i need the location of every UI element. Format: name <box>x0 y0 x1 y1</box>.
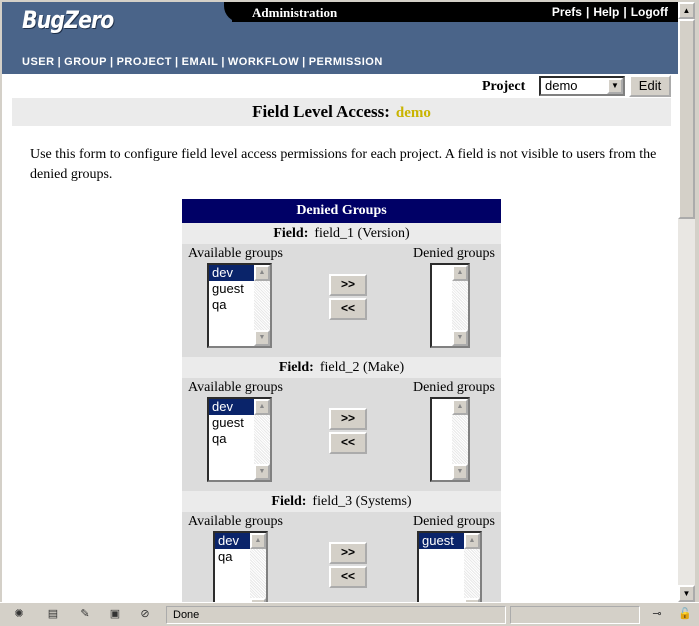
field-permissions: Available groups Denied groups dev guest qa ▲… <box>182 244 501 357</box>
available-groups-label: Available groups <box>188 246 283 261</box>
scroll-down-icon[interactable]: ▼ <box>678 585 695 602</box>
available-groups-listbox[interactable]: devqa▲▼ <box>213 531 268 602</box>
page-title-project: demo <box>395 105 431 121</box>
field-label: Field: <box>273 226 309 241</box>
scroll-down-icon[interactable]: ▼ <box>452 464 468 480</box>
scrollbar-thumb[interactable] <box>678 19 695 219</box>
listbox-scrollbar[interactable]: ▲▼ <box>464 533 480 602</box>
field-label: Field: <box>271 494 307 509</box>
scroll-up-icon[interactable]: ▲ <box>250 533 266 549</box>
project-select[interactable]: demo ▼ <box>539 76 625 96</box>
online-icon: ⊸ <box>652 608 662 620</box>
remove-from-denied-button[interactable]: << <box>329 298 367 320</box>
available-groups-listbox[interactable]: dev guest qa ▲ ▼ <box>207 397 272 482</box>
lock-icon: 🔓 <box>678 608 692 620</box>
field-name: field_1 (Version) <box>314 226 410 241</box>
page-scrollbar[interactable]: ▲ ▼ <box>678 2 695 602</box>
help-link[interactable]: Help <box>593 5 619 19</box>
separator: | <box>623 5 627 19</box>
separator: | <box>109 56 114 68</box>
component-icon: ⊘ <box>140 608 150 620</box>
scroll-up-icon[interactable]: ▲ <box>254 265 270 281</box>
edit-button[interactable]: Edit <box>629 75 671 97</box>
scroll-up-icon[interactable]: ▲ <box>678 2 695 19</box>
denied-groups-listbox[interactable]: guest▲▼ <box>417 531 482 602</box>
separator: | <box>302 56 306 68</box>
field-list: Field: field_1 (Version) Available groups D… <box>182 223 501 602</box>
listbox-scrollbar[interactable]: ▲▼ <box>452 399 468 480</box>
denied-groups-listbox[interactable]: ▲ ▼ <box>430 397 470 482</box>
listbox-scrollbar[interactable]: ▲▼ <box>250 533 266 602</box>
scroll-up-icon[interactable]: ▲ <box>452 399 468 415</box>
chevron-down-icon[interactable]: ▼ <box>607 78 623 94</box>
scroll-up-icon[interactable]: ▲ <box>464 533 480 549</box>
browser-viewport: BugZero Administration Prefs | Help | Logoff… <box>2 2 678 602</box>
field-permissions: Available groups Denied groups dev guest qa ▲… <box>182 378 501 491</box>
field-permissions: Available groups Denied groups devqa▲▼ >><<… <box>182 512 501 602</box>
denied-groups-heading: Denied Groups <box>182 199 501 223</box>
page-title: Field Level Access: demo <box>12 98 671 126</box>
add-to-denied-button[interactable]: >> <box>329 274 367 296</box>
scroll-down-icon[interactable]: ▼ <box>254 330 270 346</box>
bugzero-logo: BugZero <box>22 6 114 34</box>
nav-group[interactable]: GROUP <box>64 56 107 68</box>
available-groups-listbox[interactable]: dev guest qa ▲ ▼ <box>207 263 272 348</box>
separator: | <box>57 56 62 68</box>
field-header: Field: field_1 (Version) <box>182 223 501 244</box>
remove-from-denied-button[interactable]: << <box>329 566 367 588</box>
denied-groups-label: Denied groups <box>412 514 495 529</box>
prefs-link[interactable]: Prefs <box>552 5 582 19</box>
separator: | <box>585 5 590 19</box>
top-links: Prefs | Help | Logoff <box>552 5 668 19</box>
logoff-link[interactable]: Logoff <box>631 5 668 19</box>
status-bar: ✺ ▤ ✎ ▣ ⊘ Done ⊸ 🔓 <box>0 602 699 626</box>
remove-from-denied-button[interactable]: << <box>329 432 367 454</box>
compose-icon: ✎ <box>80 608 90 620</box>
app-header: BugZero Administration Prefs | Help | Logoff… <box>2 2 678 74</box>
project-select-value: demo <box>545 78 578 93</box>
add-to-denied-button[interactable]: >> <box>329 542 367 564</box>
field-name: field_2 (Make) <box>319 360 405 375</box>
add-to-denied-button[interactable]: >> <box>329 408 367 430</box>
field-label: Field: <box>278 360 314 375</box>
listbox-scrollbar[interactable]: ▲▼ <box>452 265 468 346</box>
nav-permission[interactable]: PERMISSION <box>309 56 383 68</box>
denied-groups-listbox[interactable]: ▲ ▼ <box>430 263 470 348</box>
project-label: Project <box>482 79 526 94</box>
separator: | <box>221 56 225 68</box>
status-progress <box>510 606 640 624</box>
nav-user[interactable]: USER <box>22 56 55 68</box>
scroll-up-icon[interactable]: ▲ <box>254 399 270 415</box>
nav-project[interactable]: PROJECT <box>117 56 172 68</box>
available-groups-label: Available groups <box>188 514 283 529</box>
project-bar: Project demo ▼ Edit <box>2 74 678 98</box>
main-nav: USER | GROUP | PROJECT | EMAIL | WORKFLOW | PERMIS… <box>22 56 383 68</box>
server-icon: ▤ <box>47 608 59 620</box>
scroll-down-icon[interactable]: ▼ <box>452 330 468 346</box>
denied-groups-table: Denied Groups Field: field_1 (Version) Ava… <box>182 199 501 602</box>
page-description: Use this form to configure field level a… <box>30 147 657 182</box>
status-text: Done <box>166 606 506 624</box>
section-title: Administration <box>252 5 338 20</box>
field-name: field_3 (Systems) <box>312 494 412 509</box>
separator: | <box>175 56 179 68</box>
listbox-scrollbar[interactable]: ▲▼ <box>254 399 270 480</box>
network-icon: ✺ <box>14 608 24 620</box>
nav-email[interactable]: EMAIL <box>182 56 219 68</box>
available-groups-label: Available groups <box>188 380 283 395</box>
listbox-scrollbar[interactable]: ▲▼ <box>254 265 270 346</box>
scroll-down-icon[interactable]: ▼ <box>254 464 270 480</box>
denied-groups-label: Denied groups <box>412 246 495 261</box>
page-title-text: Field Level Access: <box>252 102 390 121</box>
field-header: Field: field_2 (Make) <box>182 357 501 378</box>
scroll-up-icon[interactable]: ▲ <box>452 265 468 281</box>
denied-groups-label: Denied groups <box>412 380 495 395</box>
nav-workflow[interactable]: WORKFLOW <box>228 56 299 68</box>
field-header: Field: field_3 (Systems) <box>182 491 501 512</box>
addressbook-icon: ▣ <box>109 608 121 620</box>
